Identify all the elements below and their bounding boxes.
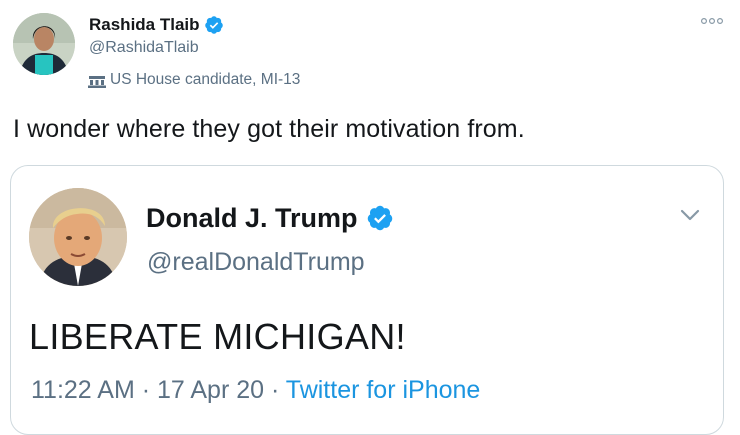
avatar[interactable] xyxy=(13,13,75,75)
verified-badge-icon xyxy=(367,205,392,231)
author-name-row: Rashida Tlaib xyxy=(89,14,224,36)
quoted-tweet-source[interactable]: Twitter for iPhone xyxy=(286,376,481,404)
tweet: Rashida Tlaib @RashidaTlaib US House can… xyxy=(0,0,740,435)
quoted-tweet-time[interactable]: 11:22 AM xyxy=(31,376,135,404)
government-building-icon xyxy=(88,76,106,88)
meta-separator: · xyxy=(264,376,286,404)
tweet-text: I wonder where they got their motivation… xyxy=(13,115,525,143)
quoted-author-name-row: Donald J. Trump xyxy=(146,201,394,235)
quoted-author-display-name[interactable]: Donald J. Trump xyxy=(146,203,358,234)
quoted-author-handle[interactable]: @realDonaldTrump xyxy=(147,248,365,277)
author-display-name[interactable]: Rashida Tlaib xyxy=(89,15,200,35)
quoted-tweet-text: LIBERATE MICHIGAN! xyxy=(29,316,406,357)
quoted-tweet-date[interactable]: 17 Apr 20 xyxy=(157,376,264,404)
verified-badge-icon xyxy=(204,16,223,34)
quoted-avatar[interactable] xyxy=(29,188,127,286)
author-handle[interactable]: @RashidaTlaib xyxy=(89,39,199,57)
quoted-tweet-meta: 11:22 AM · 17 Apr 20 · Twitter for iPhon… xyxy=(31,376,480,405)
meta-separator: · xyxy=(134,376,157,404)
account-label-text: US House candidate, MI-13 xyxy=(110,71,301,88)
account-label: US House candidate, MI-13 xyxy=(88,70,300,90)
quoted-avatar-image xyxy=(29,188,127,286)
chevron-down-icon[interactable] xyxy=(679,208,701,222)
more-options-icon[interactable] xyxy=(698,14,726,28)
quoted-tweet-card[interactable]: Donald J. Trump @realDonaldTrump LIBERAT… xyxy=(10,165,724,435)
avatar-image xyxy=(13,13,75,75)
